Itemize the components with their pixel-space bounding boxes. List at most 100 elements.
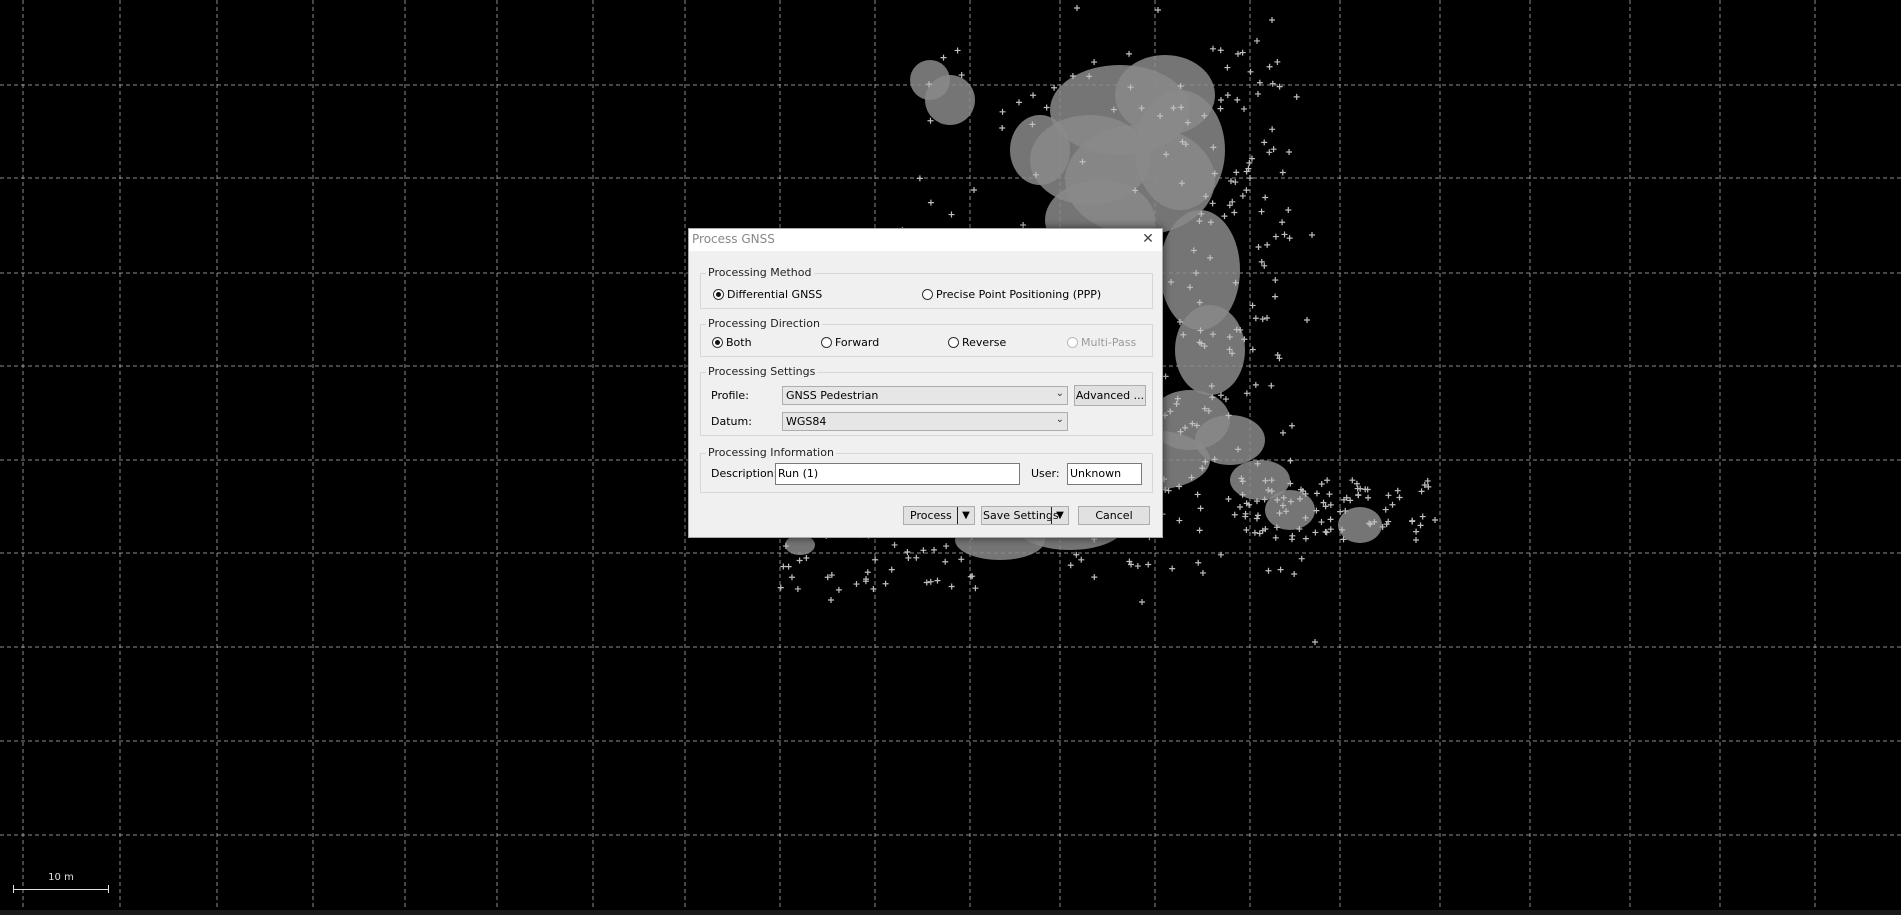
point-marker (1288, 422, 1295, 429)
point-marker (1078, 556, 1085, 563)
point-marker (927, 199, 934, 206)
dialog-titlebar[interactable]: Process GNSS ✕ (689, 229, 1162, 251)
process-gnss-dialog: Process GNSS ✕ Processing Method Differe… (688, 228, 1163, 538)
point-marker (1162, 373, 1169, 380)
point-cluster (1338, 507, 1382, 543)
point-cluster (1230, 460, 1290, 500)
status-strip (0, 910, 1901, 915)
point-marker (1231, 209, 1238, 216)
point-marker (1272, 534, 1279, 541)
point-marker (1155, 7, 1161, 13)
point-cluster (1175, 305, 1245, 395)
profile-dropdown[interactable]: GNSS Pedestrian ⌄ (782, 386, 1068, 405)
point-marker (1015, 99, 1022, 106)
point-marker (1194, 491, 1201, 498)
point-marker (1217, 47, 1224, 54)
scale-line (13, 885, 109, 893)
radio-label: Both (726, 336, 752, 349)
point-marker (1396, 494, 1403, 501)
scale-bar: 10 m (13, 872, 109, 893)
point-marker (1279, 219, 1286, 226)
save-settings-button[interactable]: Save Settings ▼ (981, 506, 1069, 525)
point-marker (954, 47, 961, 54)
point-marker (1217, 105, 1224, 112)
save-settings-label: Save Settings (983, 509, 1059, 522)
point-marker (1270, 146, 1277, 153)
point-marker (1281, 231, 1288, 238)
point-marker (1197, 505, 1204, 512)
point-marker (1286, 148, 1293, 155)
datum-dropdown[interactable]: WGS84 ⌄ (782, 412, 1068, 431)
point-marker (1327, 501, 1334, 508)
process-label: Process (910, 509, 952, 522)
description-label: Description: (711, 467, 778, 480)
point-marker (967, 573, 974, 580)
point-marker (1327, 516, 1334, 523)
point-marker (777, 584, 784, 591)
point-marker (1253, 515, 1260, 522)
radio-label: Differential GNSS (727, 288, 823, 301)
point-marker (1228, 178, 1234, 185)
point-marker (1243, 187, 1250, 194)
point-marker (1074, 5, 1080, 11)
radio-reverse[interactable]: Reverse (948, 336, 1006, 349)
dialog-title: Process GNSS (692, 232, 775, 246)
process-button[interactable]: Process ▼ (903, 506, 975, 525)
point-marker (1258, 208, 1265, 215)
scale-label: 10 m (48, 872, 74, 883)
point-marker (913, 554, 920, 561)
point-marker (1231, 511, 1238, 518)
description-field[interactable]: Run (1) (775, 463, 1020, 485)
point-marker (1302, 535, 1309, 542)
point-marker (1139, 599, 1145, 605)
point-marker (927, 117, 934, 124)
radio-indicator (1067, 337, 1078, 348)
point-marker (1266, 63, 1273, 70)
radio-both[interactable]: Both (712, 336, 752, 349)
datum-value: WGS84 (786, 415, 827, 428)
point-marker (1261, 139, 1268, 146)
radio-ppp[interactable]: Precise Point Positioning (PPP) (922, 288, 1101, 301)
user-field[interactable]: Unknown (1067, 463, 1142, 485)
point-marker (1243, 390, 1250, 397)
point-marker (927, 578, 934, 585)
point-marker (1285, 206, 1292, 213)
point-marker (940, 54, 947, 61)
point-marker (1255, 244, 1262, 251)
point-marker (1255, 512, 1261, 519)
point-cluster (1135, 90, 1225, 210)
point-marker (1365, 494, 1372, 501)
point-marker (1251, 529, 1258, 536)
point-marker (864, 569, 871, 576)
caret-down-icon[interactable]: ▼ (957, 507, 974, 524)
caret-down-icon[interactable]: ▼ (1051, 507, 1068, 524)
radio-differential-gnss[interactable]: Differential GNSS (713, 288, 822, 301)
point-marker (948, 211, 955, 218)
radio-forward[interactable]: Forward (821, 336, 879, 349)
profile-label: Profile: (711, 389, 749, 402)
advanced-button[interactable]: Advanced ... (1074, 385, 1146, 406)
point-marker (1043, 104, 1050, 111)
point-marker (1272, 277, 1279, 284)
point-marker (1252, 381, 1259, 388)
point-marker (1318, 481, 1325, 488)
point-marker (1394, 487, 1401, 494)
point-marker (1268, 382, 1275, 389)
point-marker (1209, 200, 1216, 207)
point-marker (1247, 68, 1254, 75)
cancel-button[interactable]: Cancel (1078, 506, 1150, 525)
close-icon[interactable]: ✕ (1140, 231, 1156, 247)
point-marker (1242, 513, 1249, 520)
point-marker (1234, 96, 1241, 103)
point-marker (1264, 241, 1271, 248)
point-marker (1176, 517, 1183, 524)
point-marker (999, 124, 1006, 131)
point-marker (1218, 97, 1224, 103)
point-marker (948, 583, 955, 590)
point-marker (1091, 59, 1098, 66)
point-marker (1413, 537, 1419, 543)
point-marker (803, 554, 810, 561)
point-marker (999, 108, 1006, 115)
point-marker (1291, 570, 1298, 577)
point-marker (931, 546, 938, 553)
